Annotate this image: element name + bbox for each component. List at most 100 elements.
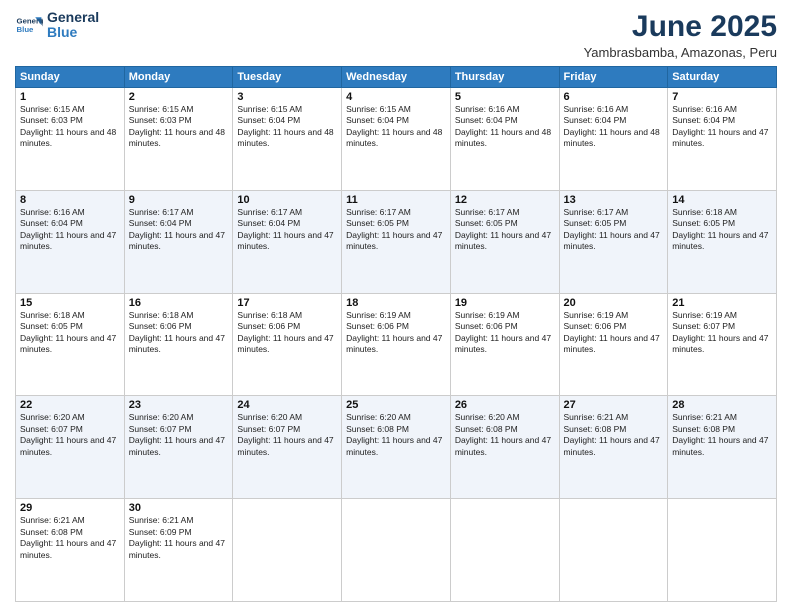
day-number: 5 xyxy=(455,91,555,103)
day-info: Sunrise: 6:19 AMSunset: 6:07 PMDaylight:… xyxy=(672,310,772,356)
day-info: Sunrise: 6:17 AMSunset: 6:04 PMDaylight:… xyxy=(237,207,337,253)
day-info: Sunrise: 6:19 AMSunset: 6:06 PMDaylight:… xyxy=(564,310,664,356)
day-info: Sunrise: 6:21 AMSunset: 6:08 PMDaylight:… xyxy=(20,515,120,561)
day-number: 19 xyxy=(455,297,555,309)
day-number: 9 xyxy=(129,194,229,206)
day-number: 6 xyxy=(564,91,664,103)
day-info: Sunrise: 6:17 AMSunset: 6:05 PMDaylight:… xyxy=(455,207,555,253)
day-info: Sunrise: 6:21 AMSunset: 6:08 PMDaylight:… xyxy=(564,412,664,458)
page: General Blue General Blue June 2025 Yamb… xyxy=(0,0,792,612)
calendar-cell: 17Sunrise: 6:18 AMSunset: 6:06 PMDayligh… xyxy=(233,293,342,396)
day-info: Sunrise: 6:16 AMSunset: 6:04 PMDaylight:… xyxy=(564,104,664,150)
day-info: Sunrise: 6:20 AMSunset: 6:07 PMDaylight:… xyxy=(20,412,120,458)
calendar-cell: 23Sunrise: 6:20 AMSunset: 6:07 PMDayligh… xyxy=(124,396,233,499)
week-row-3: 22Sunrise: 6:20 AMSunset: 6:07 PMDayligh… xyxy=(16,396,777,499)
day-info: Sunrise: 6:18 AMSunset: 6:06 PMDaylight:… xyxy=(237,310,337,356)
week-row-1: 8Sunrise: 6:16 AMSunset: 6:04 PMDaylight… xyxy=(16,190,777,293)
header-day-wednesday: Wednesday xyxy=(342,67,451,88)
day-info: Sunrise: 6:15 AMSunset: 6:04 PMDaylight:… xyxy=(346,104,446,150)
day-number: 22 xyxy=(20,399,120,411)
calendar-body: 1 Sunrise: 6:15 AMSunset: 6:03 PMDaylight… xyxy=(16,88,777,602)
calendar-cell: 5Sunrise: 6:16 AMSunset: 6:04 PMDaylight… xyxy=(450,88,559,191)
calendar-cell: 18Sunrise: 6:19 AMSunset: 6:06 PMDayligh… xyxy=(342,293,451,396)
day-info: Sunrise: 6:19 AMSunset: 6:06 PMDaylight:… xyxy=(455,310,555,356)
day-number: 13 xyxy=(564,194,664,206)
calendar-cell: 22Sunrise: 6:20 AMSunset: 6:07 PMDayligh… xyxy=(16,396,125,499)
day-info: Sunrise: 6:16 AMSunset: 6:04 PMDaylight:… xyxy=(20,207,120,253)
day-number: 27 xyxy=(564,399,664,411)
calendar-cell: 1Sunrise: 6:15 AMSunset: 6:03 PMDaylight… xyxy=(16,88,125,191)
day-number: 14 xyxy=(672,194,772,206)
svg-text:Blue: Blue xyxy=(17,25,35,34)
calendar-cell: 28Sunrise: 6:21 AMSunset: 6:08 PMDayligh… xyxy=(668,396,777,499)
header: General Blue General Blue June 2025 Yamb… xyxy=(15,10,777,60)
calendar-cell: 14Sunrise: 6:18 AMSunset: 6:05 PMDayligh… xyxy=(668,190,777,293)
calendar-cell: 24Sunrise: 6:20 AMSunset: 6:07 PMDayligh… xyxy=(233,396,342,499)
calendar-cell xyxy=(668,499,777,602)
day-number: 24 xyxy=(237,399,337,411)
header-day-sunday: Sunday xyxy=(16,67,125,88)
calendar-cell: 30Sunrise: 6:21 AMSunset: 6:09 PMDayligh… xyxy=(124,499,233,602)
calendar-cell: 10Sunrise: 6:17 AMSunset: 6:04 PMDayligh… xyxy=(233,190,342,293)
day-info: Sunrise: 6:20 AMSunset: 6:07 PMDaylight:… xyxy=(237,412,337,458)
day-number: 26 xyxy=(455,399,555,411)
header-day-thursday: Thursday xyxy=(450,67,559,88)
day-info: Sunrise: 6:17 AMSunset: 6:04 PMDaylight:… xyxy=(129,207,229,253)
calendar-cell xyxy=(233,499,342,602)
day-info: Sunrise: 6:15 AMSunset: 6:03 PMDaylight:… xyxy=(129,104,229,150)
day-number: 4 xyxy=(346,91,446,103)
day-info: Sunrise: 6:15 AMSunset: 6:04 PMDaylight:… xyxy=(237,104,337,150)
calendar-cell: 4Sunrise: 6:15 AMSunset: 6:04 PMDaylight… xyxy=(342,88,451,191)
day-number: 25 xyxy=(346,399,446,411)
day-info: Sunrise: 6:18 AMSunset: 6:06 PMDaylight:… xyxy=(129,310,229,356)
day-number: 30 xyxy=(129,502,229,514)
day-number: 23 xyxy=(129,399,229,411)
week-row-0: 1 Sunrise: 6:15 AMSunset: 6:03 PMDaylight… xyxy=(16,88,777,191)
day-info: Sunrise: 6:18 AMSunset: 6:05 PMDaylight:… xyxy=(672,207,772,253)
day-info: Sunrise: 6:20 AMSunset: 6:07 PMDaylight:… xyxy=(129,412,229,458)
day-info: Sunrise: 6:17 AMSunset: 6:05 PMDaylight:… xyxy=(346,207,446,253)
calendar-table: SundayMondayTuesdayWednesdayThursdayFrid… xyxy=(15,66,777,602)
calendar-cell: 8Sunrise: 6:16 AMSunset: 6:04 PMDaylight… xyxy=(16,190,125,293)
calendar-cell: 21Sunrise: 6:19 AMSunset: 6:07 PMDayligh… xyxy=(668,293,777,396)
header-day-tuesday: Tuesday xyxy=(233,67,342,88)
header-day-friday: Friday xyxy=(559,67,668,88)
title-block: June 2025 Yambrasbamba, Amazonas, Peru xyxy=(584,10,777,60)
calendar-cell: 15Sunrise: 6:18 AMSunset: 6:05 PMDayligh… xyxy=(16,293,125,396)
calendar-cell: 6Sunrise: 6:16 AMSunset: 6:04 PMDaylight… xyxy=(559,88,668,191)
logo-line1: General xyxy=(47,10,99,25)
day-info: Sunrise: 6:16 AMSunset: 6:04 PMDaylight:… xyxy=(672,104,772,150)
calendar-header-row: SundayMondayTuesdayWednesdayThursdayFrid… xyxy=(16,67,777,88)
day-number: 7 xyxy=(672,91,772,103)
header-day-saturday: Saturday xyxy=(668,67,777,88)
day-number: 20 xyxy=(564,297,664,309)
calendar-cell: 20Sunrise: 6:19 AMSunset: 6:06 PMDayligh… xyxy=(559,293,668,396)
day-info: Sunrise: 6:21 AMSunset: 6:09 PMDaylight:… xyxy=(129,515,229,561)
header-day-monday: Monday xyxy=(124,67,233,88)
day-number: 8 xyxy=(20,194,120,206)
day-info: Sunrise: 6:16 AMSunset: 6:04 PMDaylight:… xyxy=(455,104,555,150)
calendar-cell: 7Sunrise: 6:16 AMSunset: 6:04 PMDaylight… xyxy=(668,88,777,191)
day-number: 11 xyxy=(346,194,446,206)
calendar-cell: 27Sunrise: 6:21 AMSunset: 6:08 PMDayligh… xyxy=(559,396,668,499)
week-row-2: 15Sunrise: 6:18 AMSunset: 6:05 PMDayligh… xyxy=(16,293,777,396)
calendar-cell xyxy=(559,499,668,602)
day-number: 2 xyxy=(129,91,229,103)
subtitle: Yambrasbamba, Amazonas, Peru xyxy=(584,45,777,60)
calendar-cell xyxy=(450,499,559,602)
day-info: Sunrise: 6:21 AMSunset: 6:08 PMDaylight:… xyxy=(672,412,772,458)
day-number: 1 xyxy=(20,91,120,103)
day-number: 12 xyxy=(455,194,555,206)
day-number: 15 xyxy=(20,297,120,309)
day-number: 29 xyxy=(20,502,120,514)
calendar-cell: 12Sunrise: 6:17 AMSunset: 6:05 PMDayligh… xyxy=(450,190,559,293)
calendar-cell: 26Sunrise: 6:20 AMSunset: 6:08 PMDayligh… xyxy=(450,396,559,499)
day-info: Sunrise: 6:20 AMSunset: 6:08 PMDaylight:… xyxy=(455,412,555,458)
calendar-cell: 16Sunrise: 6:18 AMSunset: 6:06 PMDayligh… xyxy=(124,293,233,396)
day-number: 21 xyxy=(672,297,772,309)
day-number: 10 xyxy=(237,194,337,206)
day-info: Sunrise: 6:20 AMSunset: 6:08 PMDaylight:… xyxy=(346,412,446,458)
calendar-cell: 2Sunrise: 6:15 AMSunset: 6:03 PMDaylight… xyxy=(124,88,233,191)
day-number: 3 xyxy=(237,91,337,103)
logo-icon: General Blue xyxy=(15,11,43,39)
